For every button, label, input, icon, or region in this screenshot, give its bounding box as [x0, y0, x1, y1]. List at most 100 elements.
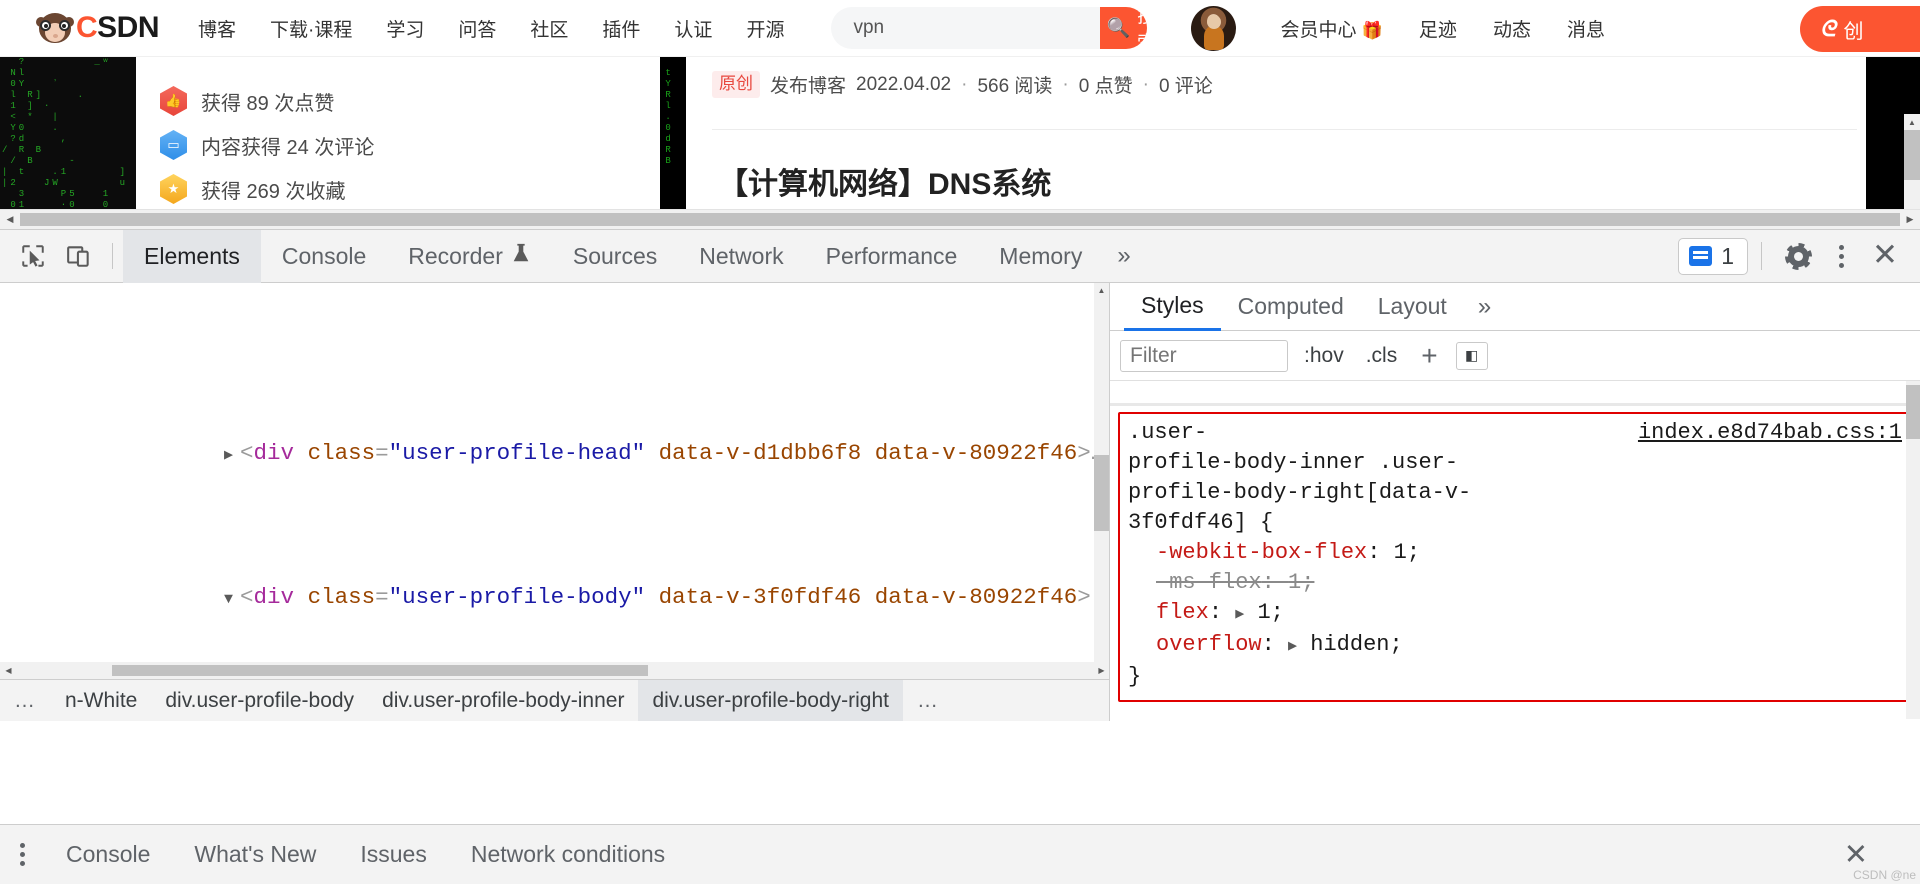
- nav-item-member-center[interactable]: 会员中心 🎁: [1280, 15, 1382, 42]
- css-selector-line-4[interactable]: 3f0fdf46] {: [1128, 508, 1902, 538]
- user-avatar[interactable]: [1191, 5, 1237, 51]
- dom-hscroll-thumb[interactable]: [112, 665, 648, 676]
- prop-name-ms-flex[interactable]: -ms-flex: [1156, 570, 1262, 595]
- css-declaration-flex[interactable]: flex: ▶ 1;: [1128, 598, 1902, 630]
- nav-item-study[interactable]: 学习: [386, 15, 424, 42]
- tab-styles[interactable]: Styles: [1124, 283, 1221, 331]
- watermark: CSDN @ne: [1853, 868, 1916, 882]
- css-selector-line-1[interactable]: .user-: [1128, 418, 1207, 448]
- dom-hscroll-left-icon[interactable]: ◀: [0, 666, 17, 675]
- prop-value-ms-flex[interactable]: 1;: [1288, 570, 1314, 595]
- dom-scroll-thumb[interactable]: [1094, 455, 1109, 531]
- csdn-logo[interactable]: CSDN: [36, 9, 160, 47]
- published-date: 2022.04.02: [856, 73, 952, 95]
- prop-value-flex[interactable]: 1;: [1257, 600, 1283, 625]
- nav-item-certification[interactable]: 认证: [674, 15, 712, 42]
- tab-sources[interactable]: Sources: [552, 230, 678, 283]
- element-classes-button[interactable]: .cls: [1360, 344, 1404, 368]
- tab-console[interactable]: Console: [261, 230, 387, 283]
- search-input[interactable]: [831, 7, 1101, 49]
- nav-item-download[interactable]: 下载·课程: [270, 15, 352, 42]
- css-declaration-ms-flex[interactable]: -ms-flex: 1;: [1128, 568, 1902, 598]
- toggle-sidebar-icon[interactable]: ◧: [1455, 341, 1488, 370]
- breadcrumb-overflow-right[interactable]: …: [903, 680, 954, 721]
- styles-more-tabs-icon[interactable]: »: [1464, 293, 1505, 321]
- prop-name-flex[interactable]: flex: [1156, 600, 1209, 625]
- dom-hscroll-right-icon[interactable]: ▶: [1093, 666, 1109, 675]
- tab-computed[interactable]: Computed: [1221, 293, 1361, 320]
- drawer-tab-network-conditions[interactable]: Network conditions: [449, 841, 687, 868]
- page-content-area: ? _ʷ Nl 0Y ʼ l R] . 1 ] · < * | Y0 . ?d …: [0, 57, 1920, 209]
- dom-scroll-up-icon[interactable]: ▲: [1094, 283, 1109, 298]
- expand-shorthand-icon[interactable]: ▶: [1235, 606, 1244, 623]
- css-selector-line-3[interactable]: profile-body-right[data-v-: [1128, 478, 1902, 508]
- tab-layout[interactable]: Layout: [1361, 293, 1464, 320]
- dom-tree: ▶ <div class="user-profile-head" data-v-d…: [0, 283, 1109, 721]
- scroll-thumb[interactable]: [1904, 130, 1920, 180]
- expand-arrow-icon[interactable]: ▶: [224, 438, 240, 474]
- prop-value-overflow[interactable]: hidden;: [1310, 632, 1402, 657]
- dom-tree-horizontal-scrollbar[interactable]: ◀ ▶: [0, 662, 1109, 679]
- tab-performance[interactable]: Performance: [805, 230, 979, 283]
- tab-memory[interactable]: Memory: [978, 230, 1103, 283]
- force-state-button[interactable]: :hov: [1298, 344, 1350, 368]
- search-button[interactable]: 🔍 搜索: [1100, 7, 1148, 49]
- gear-icon[interactable]: [1775, 236, 1821, 276]
- nav-item-footprint[interactable]: 足迹: [1419, 15, 1457, 42]
- more-options-icon[interactable]: [1825, 244, 1858, 268]
- nav-item-messages[interactable]: 消息: [1567, 15, 1605, 42]
- stat-collections-label: 获得 269 次收藏: [201, 180, 346, 203]
- prop-value-webkit-box-flex[interactable]: 1;: [1394, 540, 1420, 565]
- message-count-badge[interactable]: 1: [1678, 237, 1749, 275]
- nav-item-plugin[interactable]: 插件: [602, 15, 640, 42]
- scroll-left-arrow-icon[interactable]: ◀: [0, 214, 20, 225]
- collapse-arrow-icon[interactable]: ▼: [224, 582, 240, 618]
- styles-vertical-scrollbar[interactable]: [1906, 381, 1920, 719]
- css-declaration-webkit-box-flex[interactable]: -webkit-box-flex: 1;: [1128, 538, 1902, 568]
- css-selector-line-2[interactable]: profile-body-inner .user-: [1128, 448, 1902, 478]
- nav-item-community[interactable]: 社区: [530, 15, 568, 42]
- drawer-tab-whats-new[interactable]: What's New: [172, 841, 338, 868]
- drawer-tab-issues[interactable]: Issues: [338, 841, 448, 868]
- drawer-tab-console[interactable]: Console: [44, 841, 172, 868]
- css-declaration-overflow[interactable]: overflow: ▶ hidden;: [1128, 630, 1902, 662]
- breadcrumb-item-0[interactable]: n-White: [51, 680, 151, 721]
- dom-tree-vertical-scrollbar[interactable]: ▲: [1094, 283, 1109, 679]
- tab-network[interactable]: Network: [678, 230, 804, 283]
- horizontal-scroll-thumb[interactable]: [20, 213, 1900, 226]
- nav-item-opensource[interactable]: 开源: [746, 15, 784, 42]
- tab-elements[interactable]: Elements: [123, 229, 261, 283]
- drawer-more-icon[interactable]: [0, 843, 44, 866]
- nav-item-blog[interactable]: 博客: [198, 15, 236, 42]
- scroll-up-arrow-icon[interactable]: ▲: [1904, 114, 1920, 130]
- breadcrumb-item-3[interactable]: div.user-profile-body-right: [638, 680, 903, 721]
- styles-filter-input[interactable]: [1120, 339, 1288, 372]
- inspect-element-icon[interactable]: [10, 236, 56, 276]
- new-style-rule-button[interactable]: +: [1413, 340, 1445, 372]
- more-tabs-chevron-icon[interactable]: »: [1103, 242, 1144, 270]
- devtools-panel: Elements Console Recorder Sources Networ…: [0, 229, 1920, 884]
- dom-node-user-profile-body[interactable]: ▼ <div class="user-profile-body" data-v-3…: [0, 543, 1109, 610]
- breadcrumb-overflow-left[interactable]: …: [0, 680, 51, 721]
- styles-scroll-thumb[interactable]: [1906, 385, 1920, 439]
- csdn-monkey-logo-icon: [36, 9, 74, 47]
- dom-node-user-profile-head[interactable]: ▶ <div class="user-profile-head" data-v-d…: [0, 399, 1109, 466]
- page-vertical-scrollbar[interactable]: ▲: [1904, 114, 1920, 209]
- drawer-close-icon[interactable]: ✕: [1844, 837, 1868, 872]
- nav-item-qa[interactable]: 问答: [458, 15, 496, 42]
- stylesheet-source-link[interactable]: index.e8d74bab.css:1: [1638, 418, 1902, 448]
- styles-tab-bar: Styles Computed Layout »: [1110, 283, 1920, 331]
- prop-name-overflow[interactable]: overflow: [1156, 632, 1262, 657]
- page-horizontal-scrollbar[interactable]: ◀ ▶: [0, 209, 1920, 229]
- styles-filter-bar: :hov .cls + ◧: [1110, 331, 1920, 381]
- device-toolbar-icon[interactable]: [56, 236, 102, 276]
- expand-shorthand-icon[interactable]: ▶: [1288, 638, 1297, 655]
- create-button[interactable]: ᘓ 创: [1800, 6, 1920, 52]
- breadcrumb-item-2[interactable]: div.user-profile-body-inner: [368, 680, 638, 721]
- scroll-right-arrow-icon[interactable]: ▶: [1900, 214, 1920, 225]
- nav-item-activity[interactable]: 动态: [1493, 15, 1531, 42]
- tab-recorder[interactable]: Recorder: [387, 230, 552, 283]
- prop-name-webkit-box-flex[interactable]: -webkit-box-flex: [1156, 540, 1367, 565]
- breadcrumb-item-1[interactable]: div.user-profile-body: [151, 680, 368, 721]
- close-icon[interactable]: ✕: [1862, 239, 1908, 274]
